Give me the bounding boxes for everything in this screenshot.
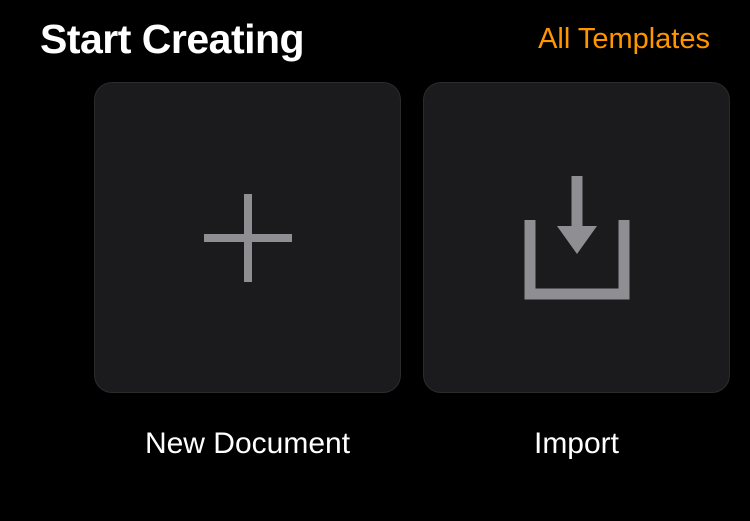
new-document-container: New Document [94,82,401,461]
cards-row: New Document Import [0,72,750,461]
page-title: Start Creating [40,16,304,63]
new-document-card[interactable] [94,82,401,393]
import-container: Import [423,82,730,461]
new-document-label: New Document [145,427,350,461]
import-label: Import [534,427,619,461]
import-icon [521,174,633,302]
header: Start Creating All Templates [0,0,750,72]
import-card[interactable] [423,82,730,393]
plus-icon [200,190,296,286]
all-templates-link[interactable]: All Templates [538,23,710,56]
